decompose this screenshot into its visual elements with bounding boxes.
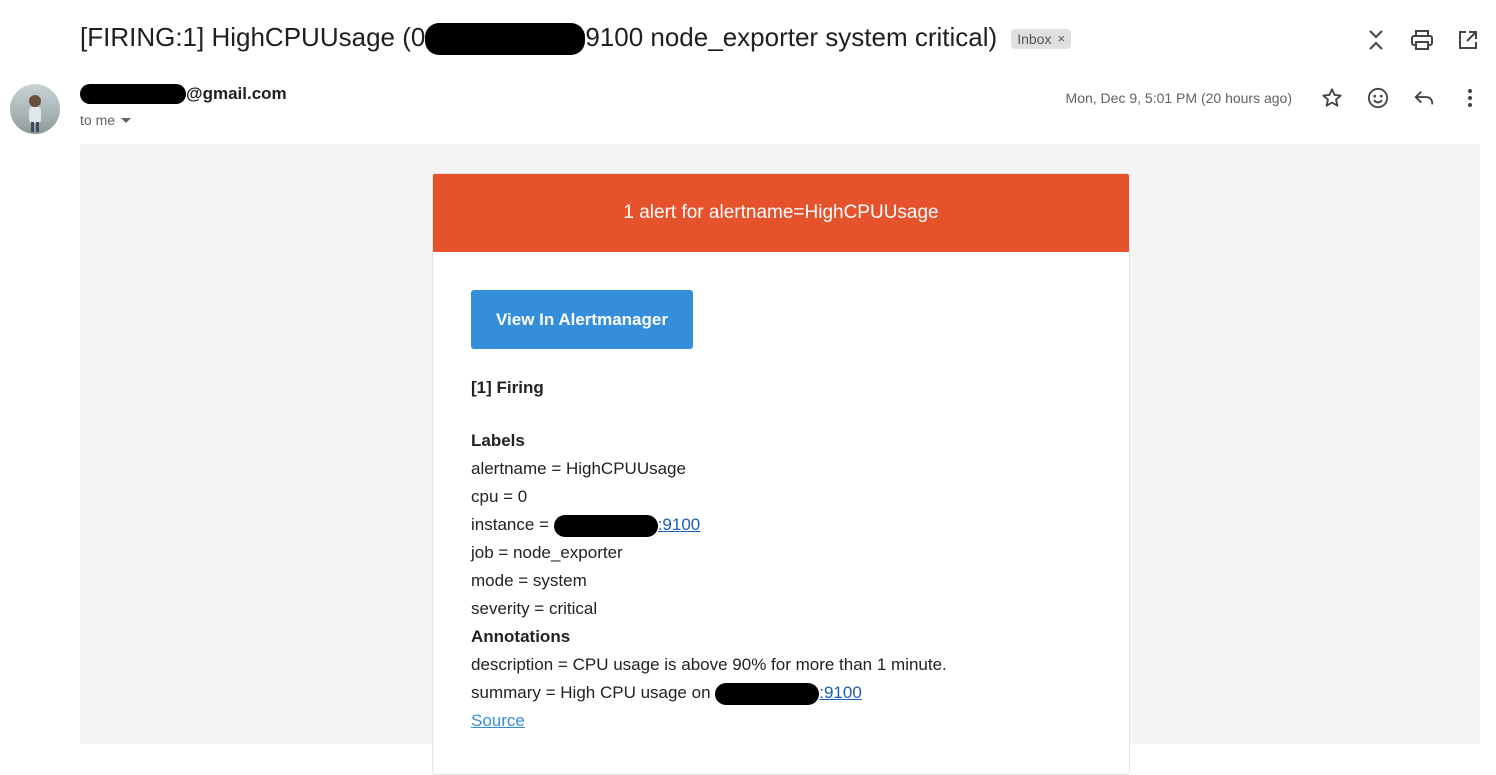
sender-block: @gmail.com to me <box>80 84 287 128</box>
inbox-label-chip[interactable]: Inbox × <box>1011 28 1072 49</box>
print-icon[interactable] <box>1410 28 1434 52</box>
alert-header-text: 1 alert for alertname=HighCPUUsage <box>623 202 939 223</box>
alert-header: 1 alert for alertname=HighCPUUsage <box>433 174 1129 252</box>
label-cpu: cpu = 0 <box>471 487 528 506</box>
subject-suffix: 9100 node_exporter system critical) <box>585 22 998 52</box>
subject-row: [FIRING:1] HighCPUUsage (0 9100 node_expo… <box>80 22 1072 56</box>
message-meta: Mon, Dec 9, 5:01 PM (20 hours ago) <box>1066 86 1482 110</box>
label-severity: severity = critical <box>471 599 598 618</box>
open-in-new-window-icon[interactable] <box>1456 28 1480 52</box>
remove-label-icon[interactable]: × <box>1057 31 1065 46</box>
label-instance: instance = :9100 <box>471 511 1091 539</box>
email-subject: [FIRING:1] HighCPUUsage (0 9100 node_expo… <box>80 22 998 56</box>
sender-avatar[interactable] <box>10 84 60 134</box>
star-icon[interactable] <box>1320 86 1344 110</box>
alert-body: View In Alertmanager [1] Firing Labels a… <box>433 252 1129 735</box>
view-in-alertmanager-button[interactable]: View In Alertmanager <box>471 290 693 349</box>
message-date: Mon, Dec 9, 5:01 PM (20 hours ago) <box>1065 90 1292 106</box>
label-alertname: alertname = HighCPUUsage <box>471 459 686 478</box>
annotation-summary: summary = High CPU usage on :9100 <box>471 679 1091 707</box>
subject-prefix: [FIRING:1] HighCPUUsage (0 <box>80 22 426 52</box>
reply-icon[interactable] <box>1412 86 1436 110</box>
annotation-summary-text: summary = High CPU usage on <box>471 683 716 702</box>
summary-instance-link[interactable]: :9100 <box>819 683 862 702</box>
redaction-mark <box>715 682 820 705</box>
label-mode: mode = system <box>471 571 587 590</box>
label-job: job = node_exporter <box>471 543 623 562</box>
recipient-details-toggle[interactable]: to me <box>80 112 287 128</box>
collapse-all-icon[interactable] <box>1364 28 1388 52</box>
emoji-reaction-icon[interactable] <box>1366 86 1390 110</box>
firing-count: [1] Firing <box>471 378 544 397</box>
annotations-title: Annotations <box>471 627 571 646</box>
labels-title: Labels <box>471 431 525 450</box>
to-me-label: to me <box>80 112 116 128</box>
source-link[interactable]: Source <box>471 711 525 730</box>
label-instance-key: instance = <box>471 515 554 534</box>
annotation-description: description = CPU usage is above 90% for… <box>471 655 947 674</box>
more-options-icon[interactable] <box>1458 86 1482 110</box>
thread-toolbar <box>1364 28 1480 52</box>
redaction-mark <box>425 23 586 56</box>
chevron-down-icon <box>121 118 132 123</box>
sender-email-domain: @gmail.com <box>186 84 287 103</box>
sender-email[interactable]: @gmail.com <box>80 84 287 104</box>
redaction-mark <box>553 514 658 537</box>
instance-link[interactable]: :9100 <box>658 515 701 534</box>
alert-card: 1 alert for alertname=HighCPUUsage View … <box>432 173 1130 775</box>
redaction-mark <box>80 84 186 104</box>
inbox-label: Inbox <box>1017 30 1052 47</box>
